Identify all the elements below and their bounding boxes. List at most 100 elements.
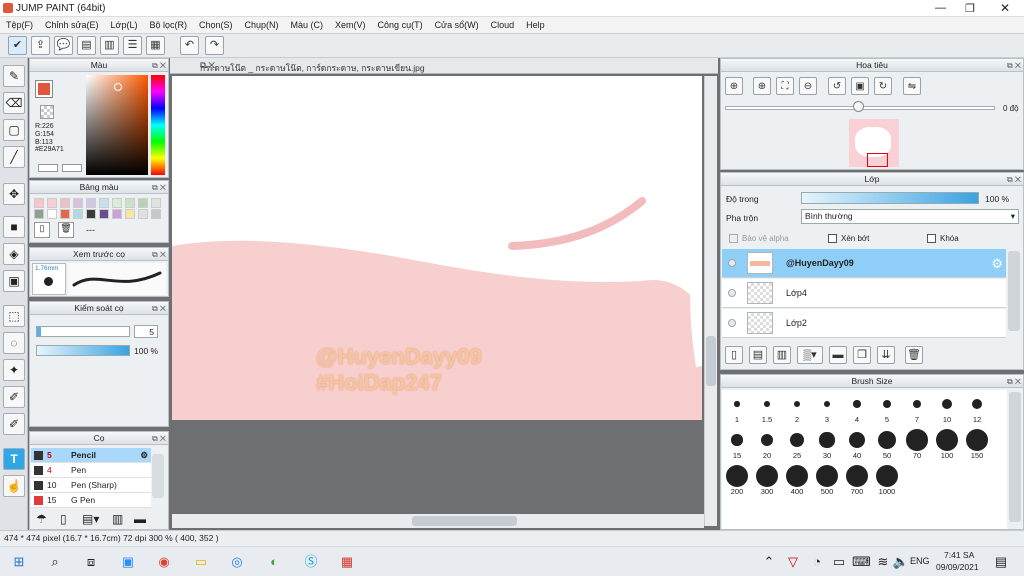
palette-swatch[interactable]: [151, 198, 161, 208]
chrome-icon[interactable]: ◉: [155, 553, 173, 571]
magic-wand-icon[interactable]: ✦: [3, 359, 25, 381]
brush-size-dot[interactable]: [760, 433, 774, 447]
palette-swatch[interactable]: [99, 209, 109, 219]
menu-view[interactable]: Xem(V): [335, 20, 366, 30]
clock-time[interactable]: 7:41 SA: [944, 550, 974, 560]
gradient-tool-icon[interactable]: ▣: [3, 270, 25, 292]
eye-icon[interactable]: [728, 259, 736, 267]
brush-item-pen-sharp[interactable]: 10 Pen (Sharp): [31, 478, 151, 493]
new-layer-1bit-icon[interactable]: ▥: [773, 346, 791, 364]
flip-icon[interactable]: ⇋: [903, 77, 921, 95]
clip-checkbox[interactable]: [828, 234, 837, 243]
menu-capture[interactable]: Chụp(N): [245, 20, 279, 30]
line-tool-icon[interactable]: ╱: [3, 146, 25, 168]
brush-size-dot[interactable]: [912, 399, 922, 409]
brush-size-slider[interactable]: [36, 326, 130, 337]
color-option-button[interactable]: [62, 164, 82, 172]
document-icon[interactable]: ▥: [100, 36, 119, 55]
check-icon[interactable]: ✔: [8, 36, 27, 55]
menu-file[interactable]: Tệp(F): [6, 20, 33, 30]
brush-size-dot[interactable]: [764, 401, 770, 407]
antivirus-icon[interactable]: ▽: [784, 553, 802, 571]
brush-size-dot[interactable]: [906, 429, 928, 451]
palette-swatch[interactable]: [47, 198, 57, 208]
palette-swatch[interactable]: [60, 209, 70, 219]
menu-filter[interactable]: Bộ lọc(R): [149, 20, 187, 30]
horizontal-scrollbar[interactable]: [172, 514, 704, 528]
brush-item-g-pen[interactable]: 15 G Pen: [31, 493, 151, 508]
palette-swatch[interactable]: [112, 198, 122, 208]
lock-checkbox[interactable]: [927, 234, 936, 243]
transparent-swatch[interactable]: [40, 105, 54, 119]
brush-size-dot[interactable]: [876, 465, 898, 487]
lasso-tool-icon[interactable]: ◌: [3, 332, 25, 354]
file-explorer-icon[interactable]: ▭: [192, 553, 210, 571]
color-cursor[interactable]: [114, 83, 122, 91]
hue-slider[interactable]: [151, 75, 165, 175]
layer-row[interactable]: Lớp4: [722, 279, 1006, 308]
brush-size-dot[interactable]: [756, 465, 778, 487]
brush-settings-icon[interactable]: ▥: [112, 512, 123, 526]
zoom-in-icon[interactable]: ⊕: [753, 77, 771, 95]
palette-swatch[interactable]: [73, 198, 83, 208]
jump-paint-icon[interactable]: ▦: [338, 553, 356, 571]
wifi-icon[interactable]: ≋: [874, 553, 892, 571]
new-layer-icon[interactable]: ▯: [725, 346, 743, 364]
brush-size-dot[interactable]: [848, 431, 866, 449]
panel-controls-icon[interactable]: ⧉ ✕: [152, 182, 166, 194]
brush-size-input[interactable]: 5: [134, 325, 158, 338]
actual-size-icon[interactable]: ▣: [851, 77, 869, 95]
layer-row[interactable]: Lớp2: [722, 309, 1006, 338]
select-pen-icon[interactable]: ✐: [3, 386, 25, 408]
new-layer-8bit-icon[interactable]: ▤: [749, 346, 767, 364]
palette-swatch[interactable]: [60, 198, 70, 208]
brush-menu-icon[interactable]: ▤▾: [82, 512, 99, 526]
gear-icon[interactable]: ⚙: [991, 256, 1003, 272]
brush-folder-icon[interactable]: ▬: [134, 512, 146, 526]
palette-swatch[interactable]: [34, 209, 44, 219]
viewport-indicator[interactable]: [867, 153, 888, 167]
select-tool-icon[interactable]: ⬚: [3, 305, 25, 327]
rotate-left-icon[interactable]: ↺: [828, 77, 846, 95]
palette-swatch[interactable]: [73, 209, 83, 219]
language-indicator[interactable]: ENG: [910, 556, 930, 566]
palette-swatch[interactable]: [86, 209, 96, 219]
menu-help[interactable]: Help: [526, 20, 545, 30]
rect-select-icon[interactable]: ▢: [3, 119, 25, 141]
move-tool-icon[interactable]: ✥: [3, 183, 25, 205]
search-icon[interactable]: ⌕: [46, 553, 64, 571]
app-icon[interactable]: ◐: [265, 553, 283, 571]
brush-size-dot[interactable]: [966, 429, 988, 451]
brush-folder-icon[interactable]: ☂: [36, 512, 47, 526]
color-option-button[interactable]: [38, 164, 58, 172]
brush-tool-icon[interactable]: ✎: [3, 65, 25, 87]
fit-screen-icon[interactable]: ⛶: [776, 77, 794, 95]
palette-swatch[interactable]: [99, 198, 109, 208]
gear-icon[interactable]: ⚙: [140, 448, 148, 463]
ime-icon[interactable]: ⌨: [852, 553, 871, 571]
export-icon[interactable]: ⇪: [31, 36, 50, 55]
network-icon[interactable]: ◔: [808, 553, 826, 571]
battery-icon[interactable]: ▭: [830, 553, 848, 571]
panel-controls-icon[interactable]: ⧉ ✕: [152, 60, 166, 72]
menu-tools[interactable]: Công cụ(T): [378, 20, 423, 30]
brush-size-dot[interactable]: [971, 398, 983, 410]
brush-size-dot[interactable]: [786, 465, 808, 487]
chevron-up-icon[interactable]: ⌃: [760, 553, 778, 571]
new-brush-icon[interactable]: ▯: [60, 512, 67, 526]
layer-opacity-slider[interactable]: [801, 192, 979, 204]
message-icon[interactable]: ▤: [77, 36, 96, 55]
minimize-button[interactable]: —: [935, 2, 946, 14]
brush-size-dot[interactable]: [790, 433, 804, 447]
select-eraser-icon[interactable]: ✐: [3, 413, 25, 435]
blend-mode-select[interactable]: Bình thường ▾: [801, 209, 1019, 224]
eye-icon[interactable]: [728, 289, 736, 297]
brush-size-dot[interactable]: [853, 400, 861, 408]
eraser-tool-icon[interactable]: ⌫: [3, 92, 25, 114]
menu-edit[interactable]: Chỉnh sửa(E): [45, 20, 99, 30]
brush-size-dot[interactable]: [819, 432, 835, 448]
maximize-button[interactable]: ❐: [965, 2, 975, 15]
menu-window[interactable]: Cửa sổ(W): [435, 20, 479, 30]
palette-swatch[interactable]: [138, 198, 148, 208]
main-color-swatch[interactable]: [35, 80, 53, 98]
